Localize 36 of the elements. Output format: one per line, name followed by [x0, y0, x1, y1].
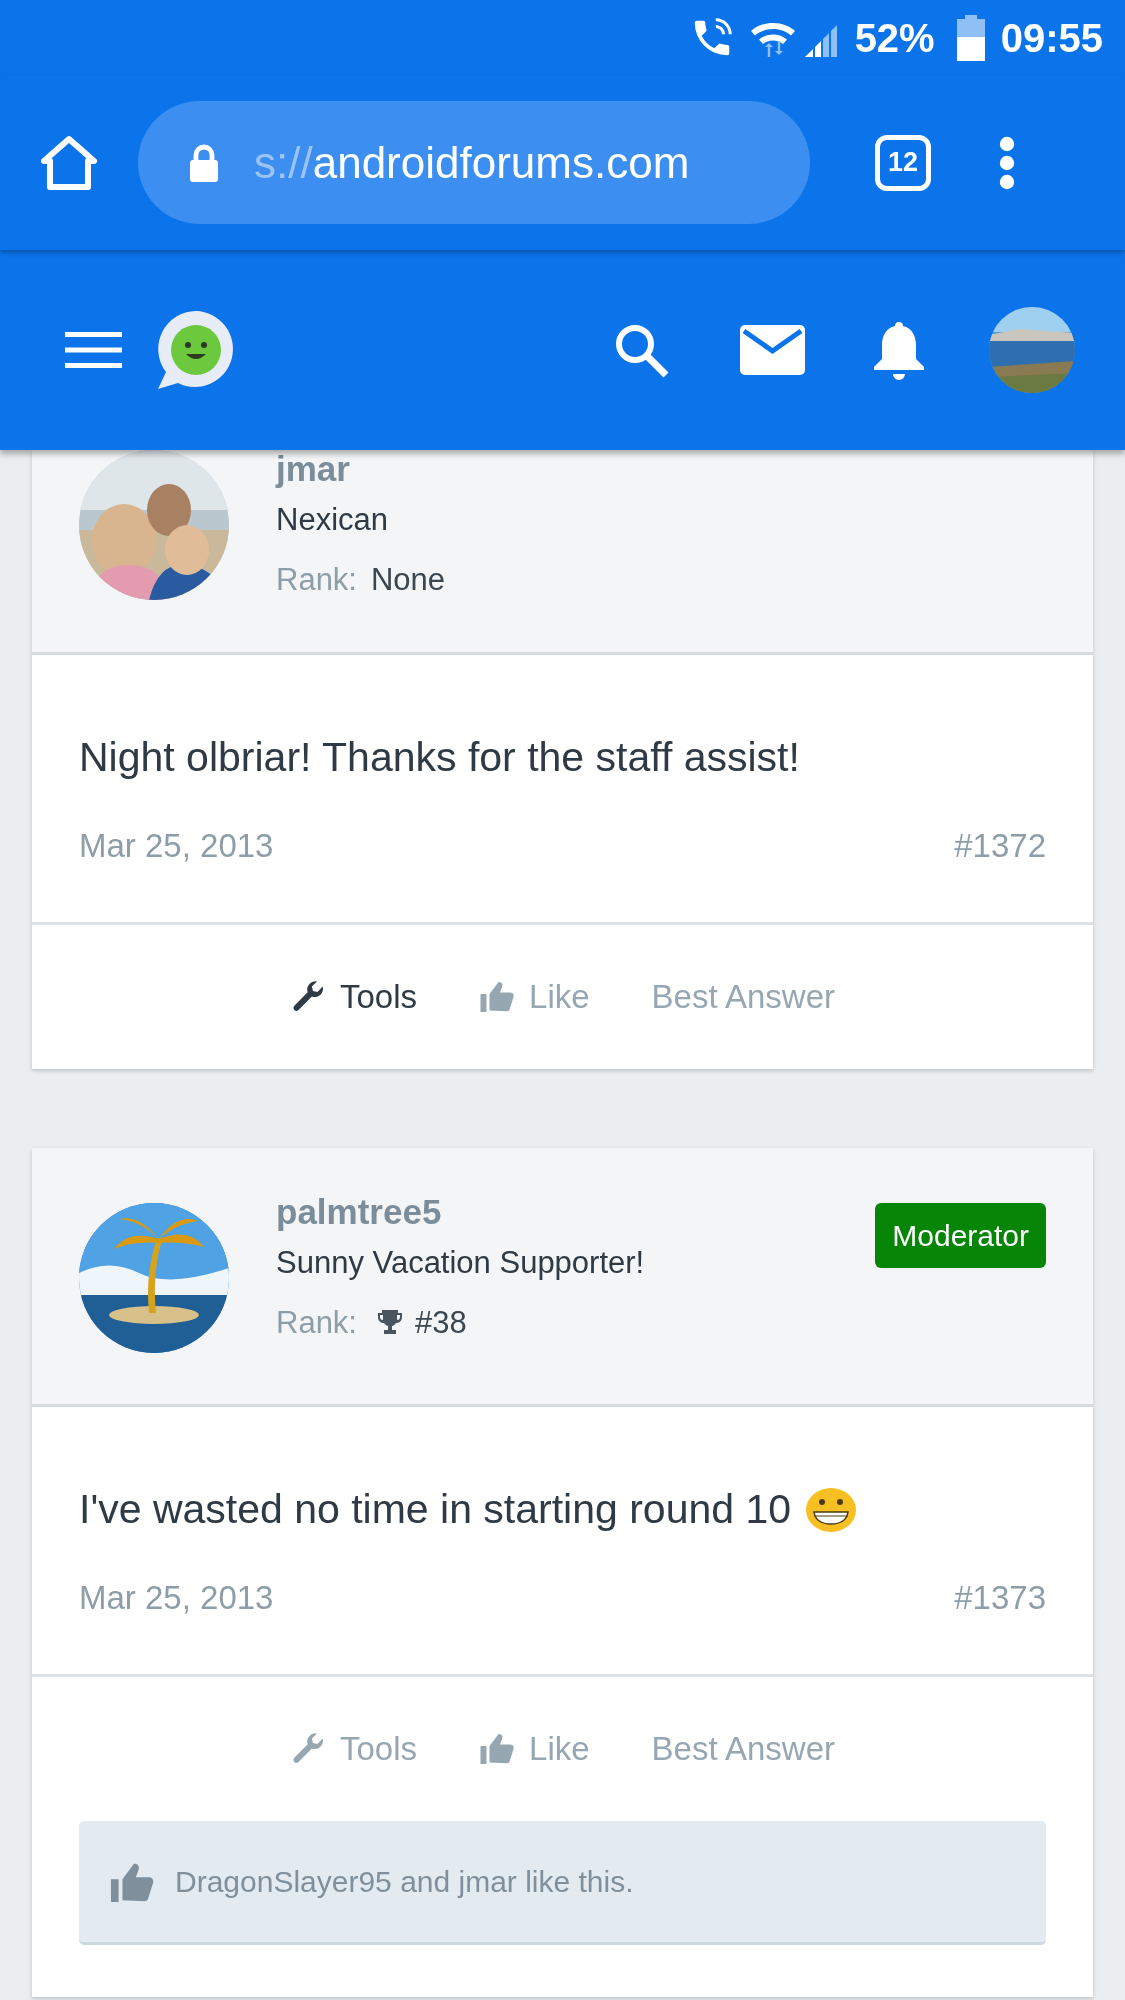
best-answer-link[interactable]: Best Answer: [651, 972, 835, 1022]
url-text: s://androidforums.com: [254, 136, 690, 189]
rank-label: Rank:: [276, 561, 357, 599]
post-number[interactable]: #1373: [954, 1573, 1046, 1623]
rank-value: None: [371, 561, 446, 599]
address-bar[interactable]: s://androidforums.com: [138, 101, 810, 224]
battery-icon: [956, 14, 985, 61]
envelope-icon[interactable]: [740, 325, 805, 375]
rank-label: Rank:: [276, 1304, 357, 1342]
tab-count-button[interactable]: 12: [875, 134, 931, 191]
user-title: Nexican: [276, 500, 389, 539]
best-answer-link[interactable]: Best Answer: [651, 1724, 835, 1774]
likes-text: DragonSlayer95 and jmar like this.: [175, 1864, 634, 1900]
post-date: Mar 25, 2013: [79, 826, 274, 867]
user-title: Sunny Vacation Supporter!: [276, 1243, 646, 1282]
tools-button[interactable]: Tools: [290, 1724, 418, 1774]
menu-icon[interactable]: [65, 330, 122, 370]
tools-button[interactable]: Tools: [290, 972, 418, 1022]
like-button[interactable]: Like: [479, 972, 590, 1022]
home-icon[interactable]: [40, 134, 98, 191]
post-number[interactable]: #1372: [954, 821, 1046, 871]
like-button[interactable]: Like: [479, 1724, 590, 1774]
overflow-menu-icon[interactable]: [999, 135, 1015, 190]
post-text: I've wasted no time in starting round 10: [79, 1484, 792, 1534]
bell-icon[interactable]: [871, 320, 927, 380]
username[interactable]: palmtree5: [276, 1193, 876, 1232]
thumbs-up-icon: [479, 979, 516, 1015]
post-text: Night olbriar! Thanks for the staff assist!: [79, 732, 800, 782]
moderator-badge: Moderator: [875, 1203, 1046, 1268]
clock: 09:55: [1000, 14, 1103, 62]
rank-value: #38: [415, 1304, 467, 1342]
post-date: Mar 25, 2013: [79, 1578, 274, 1619]
lock-icon: [188, 142, 220, 183]
username[interactable]: jmar: [276, 450, 1046, 489]
battery-percentage: 52%: [854, 14, 935, 62]
thumbs-up-icon: [479, 1731, 516, 1767]
